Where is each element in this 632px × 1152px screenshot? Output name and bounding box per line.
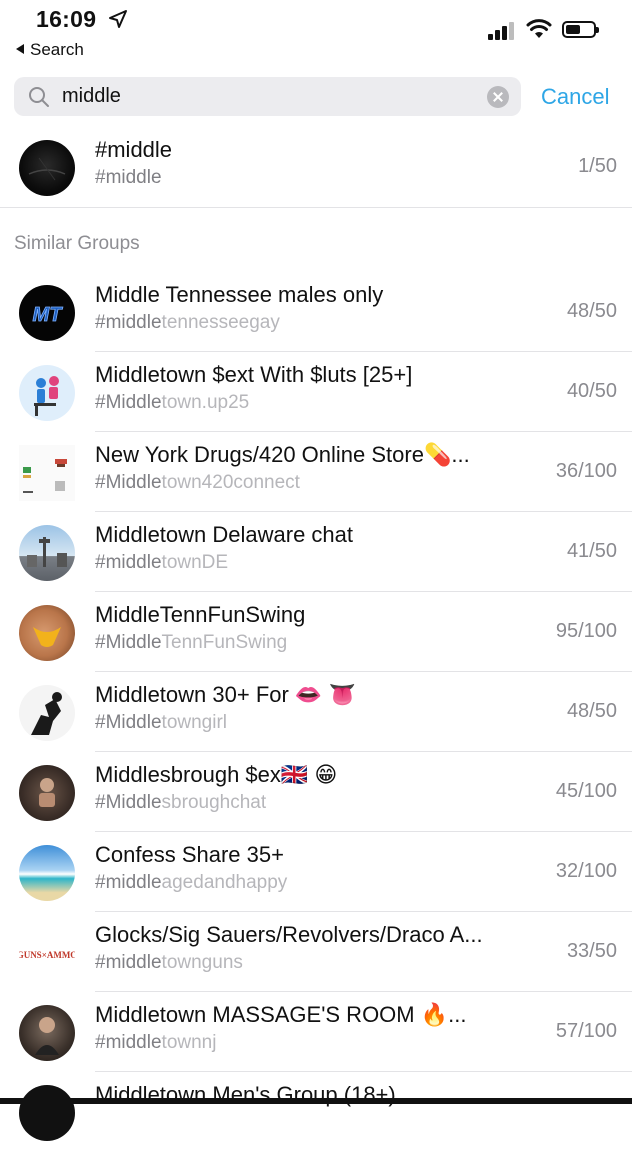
list-item[interactable]: Confess Share 35+ #middleagedandhappy 32…: [0, 832, 632, 912]
search-input[interactable]: [62, 83, 462, 109]
divider: [0, 207, 632, 208]
cellular-signal-icon: [488, 20, 516, 40]
avatar: [19, 140, 75, 196]
member-count: 48/50: [566, 300, 617, 322]
group-handle: #middleagedandhappy: [95, 872, 288, 893]
member-count: 32/100: [555, 860, 617, 882]
group-handle: #middletownDE: [95, 552, 229, 573]
list-item[interactable]: Middlesbrough $ex🇬🇧 😁 #Middlesbroughchat…: [0, 752, 632, 832]
member-count: 57/100: [555, 1020, 617, 1042]
svg-text:MT: MT: [33, 304, 64, 326]
clear-search-icon[interactable]: [487, 86, 509, 108]
avatar: GUNS×AMMO: [19, 925, 75, 981]
group-handle: #middletownnj: [95, 1032, 217, 1053]
list-item[interactable]: Middletown Men's Group (18+): [0, 1072, 632, 1152]
group-title: Middletown MASSAGE'S ROOM 🔥...: [95, 1002, 467, 1027]
list-item[interactable]: MiddleTennFunSwing #MiddleTennFunSwing 9…: [0, 592, 632, 672]
list-item[interactable]: Middletown 30+ For 👄 👅 #Middletowngirl 4…: [0, 672, 632, 752]
back-arrow-icon: [16, 44, 24, 54]
avatar: [19, 525, 75, 581]
search-icon: [29, 87, 49, 107]
section-label: Similar Groups: [14, 233, 140, 254]
cancel-button[interactable]: Cancel: [541, 84, 609, 110]
group-title: Middletown $ext With $luts [25+]: [95, 362, 413, 387]
list-item[interactable]: Middletown Delaware chat #middletownDE 4…: [0, 512, 632, 592]
group-title: Glocks/Sig Sauers/Revolvers/Draco A...: [95, 922, 483, 947]
group-title: Middletown Men's Group (18+): [95, 1082, 396, 1107]
member-count: 36/100: [555, 460, 617, 482]
group-title: #middle: [95, 137, 173, 162]
group-handle: #Middlesbroughchat: [95, 792, 267, 813]
member-count: 33/50: [566, 940, 617, 962]
search-field[interactable]: [14, 77, 521, 116]
svg-text:GUNS×AMMO: GUNS×AMMO: [19, 950, 75, 960]
avatar: [19, 445, 75, 501]
status-bar: 16:09 Search: [0, 0, 632, 70]
group-title: Middle Tennessee males only: [95, 282, 384, 307]
avatar: [19, 605, 75, 661]
avatar: MT: [19, 285, 75, 341]
list-item[interactable]: GUNS×AMMO Glocks/Sig Sauers/Revolvers/Dr…: [0, 912, 632, 992]
top-result-row[interactable]: #middle #middle 1/50: [0, 127, 632, 207]
member-count: 95/100: [555, 620, 617, 642]
member-count: 40/50: [566, 380, 617, 402]
group-title: Confess Share 35+: [95, 842, 284, 867]
list-item[interactable]: New York Drugs/420 Online Store💊... #Mid…: [0, 432, 632, 512]
status-time: 16:09: [36, 6, 97, 32]
list-item[interactable]: Middletown $ext With $luts [25+] #Middle…: [0, 352, 632, 432]
group-handle: #middletownguns: [95, 952, 243, 973]
group-title: MiddleTennFunSwing: [95, 602, 306, 627]
avatar: [19, 685, 75, 741]
member-count: 45/100: [555, 780, 617, 802]
avatar: [19, 765, 75, 821]
location-arrow-icon: [109, 10, 127, 28]
bottom-edge: [0, 1098, 632, 1104]
member-count: 41/50: [566, 540, 617, 562]
group-title: Middlesbrough $ex🇬🇧 😁: [95, 762, 338, 787]
member-count: 48/50: [566, 700, 617, 722]
back-to-search-link[interactable]: Search: [16, 40, 84, 60]
group-title: Middletown 30+ For 👄 👅: [95, 682, 356, 707]
avatar: [19, 365, 75, 421]
group-handle: #Middletowngirl: [95, 712, 228, 733]
back-search-label: Search: [30, 40, 84, 59]
member-count: 1/50: [578, 155, 617, 177]
group-title: New York Drugs/420 Online Store💊...: [95, 442, 470, 467]
group-handle: #middle: [95, 167, 162, 188]
group-handle: #Middletown420connect: [95, 472, 300, 493]
wifi-icon: [526, 19, 552, 38]
list-item[interactable]: MT Middle Tennessee males only #middlete…: [0, 272, 632, 352]
group-handle: #MiddleTennFunSwing: [95, 632, 288, 653]
group-title: Middletown Delaware chat: [95, 522, 354, 547]
avatar: [19, 845, 75, 901]
avatar: [19, 1085, 75, 1141]
battery-icon: [562, 21, 599, 38]
avatar: [19, 1005, 75, 1061]
group-handle: #Middletown.up25: [95, 392, 250, 413]
list-item[interactable]: Middletown MASSAGE'S ROOM 🔥... #middleto…: [0, 992, 632, 1072]
group-handle: #middletennesseegay: [95, 312, 280, 333]
